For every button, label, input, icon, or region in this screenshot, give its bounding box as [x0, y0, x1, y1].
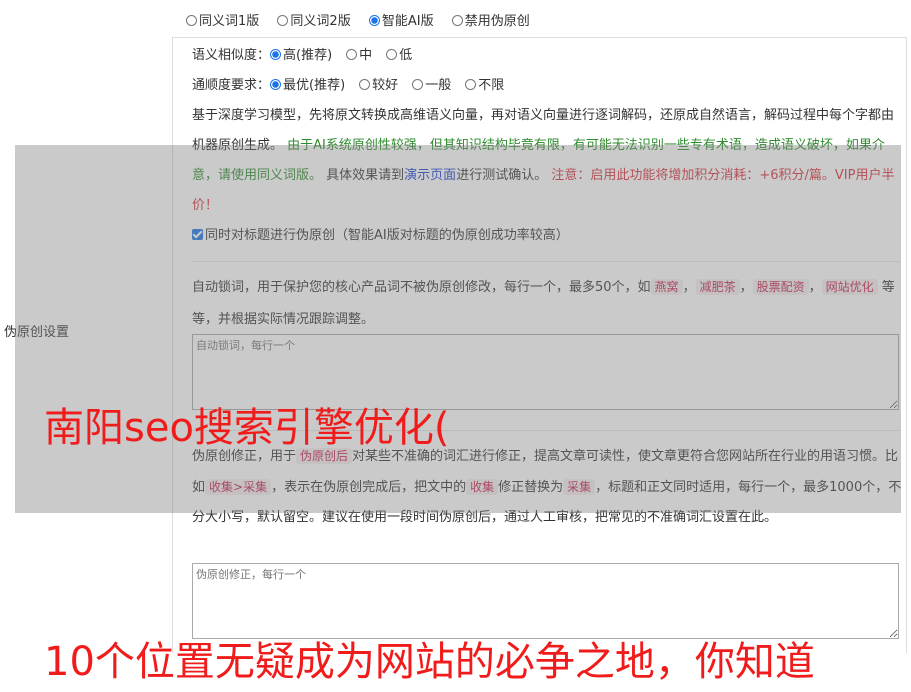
similarity-high[interactable]: 高(推荐) [270, 48, 332, 63]
fluency-best[interactable]: 最优(推荐) [270, 78, 345, 93]
fluency-any[interactable]: 不限 [465, 78, 504, 93]
overlay-headline: 南阳seo搜索引擎优化( [44, 405, 450, 451]
radio-icon[interactable] [451, 15, 463, 26]
radio-icon[interactable] [277, 15, 289, 26]
radio-icon[interactable] [359, 79, 371, 90]
fluency-good[interactable]: 较好 [359, 78, 398, 93]
option-disable[interactable]: 禁用伪原创 [451, 14, 530, 29]
fluency-row: 通顺度要求： 最优(推荐) 较好 一般 不限 [192, 71, 902, 101]
radio-icon[interactable] [186, 15, 197, 26]
correction-textarea[interactable] [192, 563, 899, 639]
radio-icon[interactable] [465, 79, 477, 90]
similarity-row: 语义相似度： 高(推荐) 中低 [192, 41, 902, 71]
fluency-label: 通顺度要求： [192, 78, 271, 93]
option-synonym-v2[interactable]: 同义词2版 [277, 14, 351, 29]
overlay-headline-2: 10个位置无疑成为网站的必争之地，你知道 [44, 639, 815, 685]
option-synonym-v1[interactable]: 同义词1版 [186, 14, 259, 29]
radio-checked-icon[interactable] [270, 79, 282, 90]
radio-checked-icon[interactable] [270, 49, 282, 60]
similarity-label: 语义相似度： [192, 48, 271, 63]
fluency-normal[interactable]: 一般 [412, 78, 451, 93]
radio-icon[interactable] [386, 49, 398, 60]
radio-checked-icon[interactable] [368, 15, 380, 26]
similarity-low[interactable]: 低 [386, 48, 412, 63]
version-options: 同义词1版 同义词2版 智能AI版 禁用伪原创 [186, 10, 544, 29]
radio-icon[interactable] [346, 49, 358, 60]
radio-icon[interactable] [412, 79, 424, 90]
option-ai[interactable]: 智能AI版 [368, 14, 434, 29]
similarity-mid[interactable]: 中 [346, 48, 372, 63]
